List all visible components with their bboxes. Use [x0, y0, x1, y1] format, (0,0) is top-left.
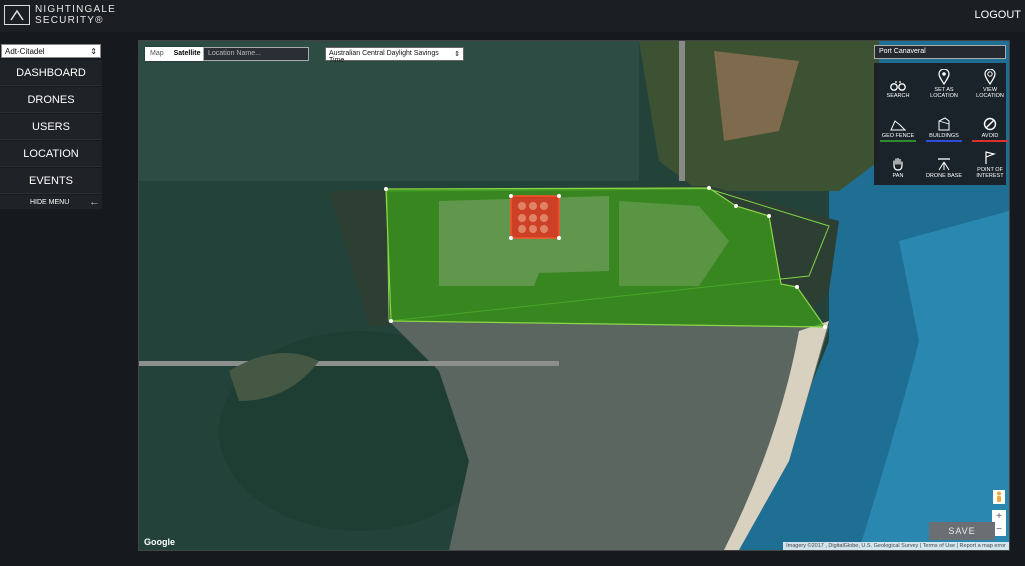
logo-mark-icon [4, 5, 30, 25]
tool-view-location[interactable]: VIEW LOCATION [969, 66, 1009, 102]
tool-grid: SEARCH SET AS LOCATION VIEW LOCATION GEO… [874, 63, 1008, 185]
timezone-select[interactable]: Australian Central Daylight Savings Time… [325, 47, 464, 64]
select-arrows-icon: ⇕ [90, 46, 97, 56]
tool-avoid-label: AVOID [981, 133, 999, 139]
building-icon [938, 117, 950, 131]
arrow-left-icon: ← [89, 196, 100, 208]
sidebar-item-users[interactable]: USERS [0, 114, 102, 140]
hide-menu-label: HIDE MENU [30, 198, 70, 206]
drone-base-icon [938, 158, 950, 171]
timezone-value: Australian Central Daylight Savings Time [329, 50, 439, 64]
sidebar-item-events[interactable]: EVENTS [0, 168, 102, 194]
hand-icon [893, 157, 903, 171]
tool-pan[interactable]: PAN [877, 146, 919, 182]
tool-point-of-interest[interactable]: POINT OF INTEREST [969, 146, 1009, 182]
logout-link[interactable]: LOGOUT [975, 9, 1021, 21]
account-select-value: Adt-Citadel [5, 46, 45, 56]
flag-icon [985, 151, 997, 164]
tool-point-of-interest-label: POINT OF INTEREST [976, 167, 1004, 179]
tool-geo-fence-label: GEO FENCE [881, 133, 915, 139]
tool-search-label: SEARCH [886, 93, 910, 99]
pin-icon [938, 69, 950, 85]
tool-set-as-location-label: SET AS LOCATION [930, 87, 958, 99]
select-arrows-icon: ⇕ [454, 51, 460, 58]
brand-logo[interactable]: NIGHTINGALE SECURITY® [4, 4, 116, 26]
tool-search[interactable]: SEARCH [877, 66, 919, 102]
tool-drone-base[interactable]: DRONE BASE [923, 146, 965, 182]
location-name-input[interactable]: Location Name... [203, 47, 309, 61]
map-type-satellite[interactable]: Satellite [169, 47, 206, 61]
avoid-icon [983, 117, 997, 131]
brand-line1: NIGHTINGALE [35, 4, 116, 15]
tool-panel: Port Canaveral SEARCH SET AS LOCATION VI… [874, 45, 1008, 185]
map-type-map[interactable]: Map [145, 47, 169, 61]
pin-view-icon [984, 69, 996, 85]
map-type-toggle: Map Satellite [145, 47, 206, 61]
binoculars-icon [890, 81, 906, 91]
tool-drone-base-label: DRONE BASE [925, 173, 963, 179]
sidebar-item-drones[interactable]: DRONES [0, 87, 102, 113]
top-bar: NIGHTINGALE SECURITY® LOGOUT [0, 0, 1025, 32]
save-button[interactable]: SAVE [929, 522, 995, 540]
tool-set-as-location[interactable]: SET AS LOCATION [923, 66, 965, 102]
sidebar-item-dashboard[interactable]: DASHBOARD [0, 60, 102, 86]
brand-line2: SECURITY® [35, 15, 104, 26]
tool-buildings-label: BUILDINGS [929, 133, 959, 139]
street-view-pegman-icon[interactable] [993, 490, 1005, 504]
hide-menu-button[interactable]: HIDE MENU ← [0, 195, 102, 209]
tool-avoid[interactable]: AVOID [969, 106, 1009, 142]
tool-geo-fence[interactable]: GEO FENCE [877, 106, 919, 142]
satellite-map[interactable]: Map Satellite Location Name... Australia… [138, 40, 1010, 551]
tool-view-location-label: VIEW LOCATION [976, 87, 1004, 99]
brand-name: NIGHTINGALE SECURITY® [35, 4, 116, 26]
buildings-underline [926, 140, 962, 142]
sidebar: Adt-Citadel ⇕ DASHBOARD DRONES USERS LOC… [0, 44, 102, 209]
map-attribution[interactable]: Imagery ©2017 , DigitalGlobe, U.S. Geolo… [783, 542, 1009, 550]
place-search-input[interactable]: Port Canaveral [874, 45, 1006, 59]
tool-pan-label: PAN [892, 173, 904, 179]
sidebar-item-location[interactable]: LOCATION [0, 141, 102, 167]
tool-buildings[interactable]: BUILDINGS [923, 106, 965, 142]
google-logo: Google [144, 537, 175, 547]
avoid-underline [972, 140, 1008, 142]
geofence-underline [880, 140, 916, 142]
geofence-icon [890, 120, 906, 131]
account-select[interactable]: Adt-Citadel ⇕ [1, 44, 101, 58]
